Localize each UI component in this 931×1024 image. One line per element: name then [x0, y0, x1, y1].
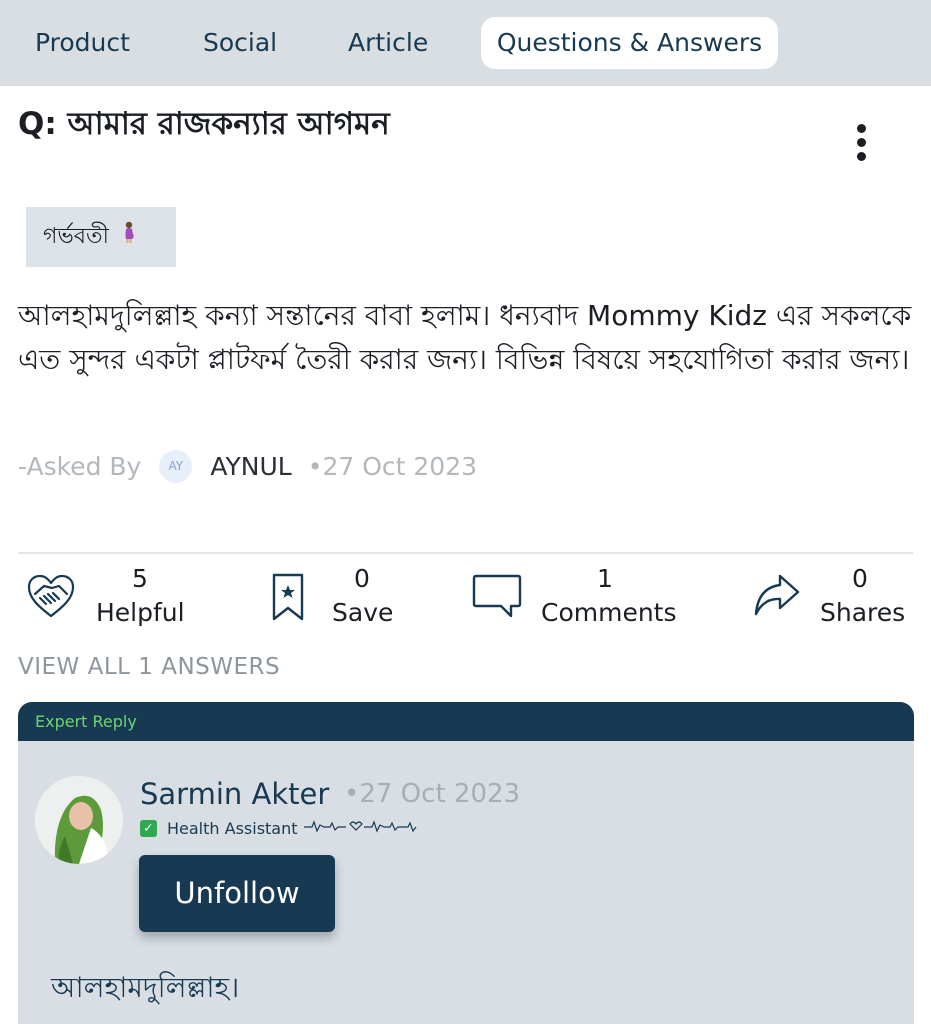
question-body: আলহামদুলিল্লাহ কন্যা সন্তানের বাবা হলাম।… — [18, 299, 912, 376]
tab-product[interactable]: Product — [35, 17, 130, 69]
question-date: •27 Oct 2023 — [307, 451, 478, 481]
helpful-label: Helpful — [96, 598, 185, 627]
category-tag[interactable]: গর্ভবতী — [26, 207, 176, 267]
comment-icon — [471, 572, 523, 624]
share-button[interactable]: 0 Shares — [752, 564, 912, 634]
author-avatar[interactable]: AY — [159, 449, 193, 483]
shares-count: 0 — [852, 564, 868, 593]
question-title: Q: আমার রাজকন্যার আগমন — [18, 106, 390, 142]
pregnant-woman-icon — [122, 208, 136, 268]
category-tag-label: গর্ভবতী — [43, 224, 109, 249]
expert-reply-header: Expert Reply — [18, 702, 914, 741]
expert-avatar[interactable] — [35, 776, 123, 864]
save-button[interactable]: 0 Save — [270, 564, 400, 634]
handshake-heart-icon — [26, 572, 76, 624]
expert-role: Health Assistant — [167, 818, 298, 838]
more-options-icon[interactable] — [848, 124, 874, 168]
tab-bar: Product Social Article Questions & Answe… — [0, 0, 931, 86]
comments-button[interactable]: 1 Comments — [471, 564, 681, 634]
helpful-count: 5 — [132, 564, 148, 593]
expert-role-row: ✓ Health Assistant — [140, 818, 418, 838]
asked-by-row: -Asked By AY AYNUL •27 Oct 2023 — [18, 446, 477, 486]
comments-label: Comments — [541, 598, 677, 627]
save-label: Save — [332, 598, 394, 627]
helpful-button[interactable]: 5 Helpful — [26, 564, 196, 634]
author-name[interactable]: AYNUL — [210, 452, 291, 481]
expert-reply-card: Expert Reply Sarmin Akter •27 Oct 2023 ✓… — [18, 702, 914, 1024]
heartbeat-icon — [302, 818, 418, 838]
bookmark-star-icon — [270, 572, 306, 626]
shares-label: Shares — [820, 598, 906, 627]
unfollow-button[interactable]: Unfollow — [139, 855, 335, 932]
divider — [18, 552, 913, 554]
tab-article[interactable]: Article — [348, 17, 428, 69]
comments-count: 1 — [597, 564, 613, 593]
verified-check-icon: ✓ — [140, 819, 157, 837]
asked-by-label: -Asked By — [18, 451, 142, 481]
reply-date: •27 Oct 2023 — [344, 779, 521, 809]
expert-name[interactable]: Sarmin Akter — [140, 777, 329, 811]
save-count: 0 — [354, 564, 370, 593]
tab-social[interactable]: Social — [203, 17, 277, 69]
view-all-answers-link[interactable]: VIEW ALL 1 ANSWERS — [18, 654, 280, 680]
tab-questions-answers[interactable]: Questions & Answers — [481, 17, 778, 69]
share-arrow-icon — [752, 572, 802, 622]
expert-answer-text: আলহামদুলিল্লাহ। — [51, 971, 240, 1004]
